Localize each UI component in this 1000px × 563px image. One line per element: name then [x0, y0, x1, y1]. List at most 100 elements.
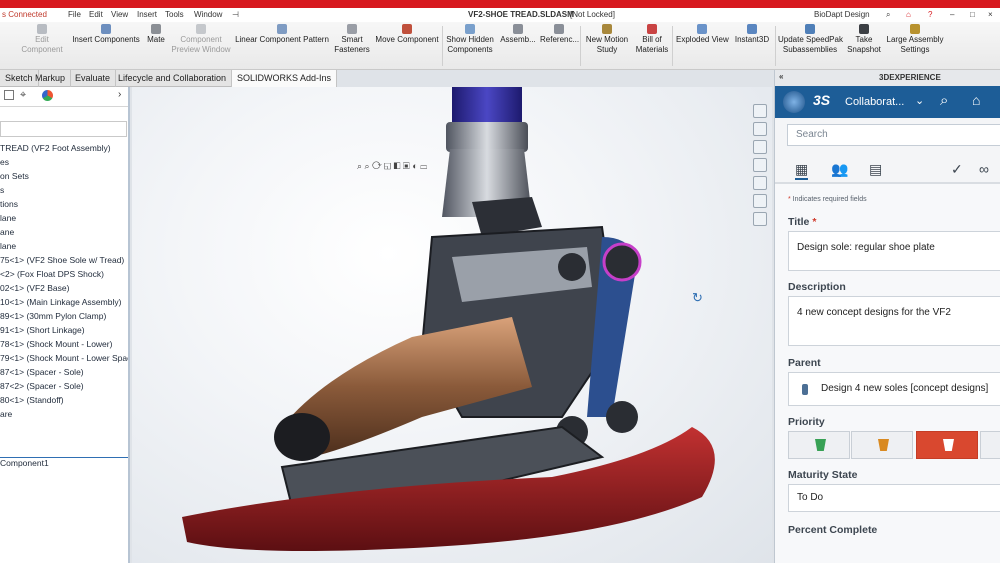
people-icon[interactable]: 👥: [831, 161, 848, 178]
mate-icon: [151, 24, 161, 34]
take-snapshot-button[interactable]: Take Snapshot: [846, 24, 882, 55]
tab-lifecycle-collaboration[interactable]: Lifecycle and Collaboration: [113, 70, 233, 87]
help-icon[interactable]: ?: [928, 10, 932, 19]
tree-item[interactable]: 91<1> (Short Linkage): [0, 325, 85, 335]
collaborative-tasks-header: 3S Collaborat... ⌄ ⌕ ⌂: [775, 86, 1000, 118]
3dexperience-tab-icon[interactable]: [753, 104, 767, 118]
appearance-icon[interactable]: [42, 90, 53, 101]
task-icon: [802, 384, 808, 395]
reference-geometry-button[interactable]: Referenc...: [540, 24, 579, 45]
design-library-icon[interactable]: [753, 122, 767, 136]
maximize-icon[interactable]: □: [970, 10, 975, 19]
parent-field[interactable]: Design 4 new soles [concept designs]: [788, 372, 1000, 406]
show-hidden-components-button[interactable]: Show Hidden Components: [445, 24, 495, 55]
close-icon[interactable]: ×: [988, 10, 993, 19]
menu-tools[interactable]: Tools: [165, 10, 184, 19]
comment-icon[interactable]: ▤: [869, 161, 882, 178]
show-hidden-icon: [465, 24, 475, 34]
assembly-features-button[interactable]: Assemb...: [500, 24, 536, 45]
graphics-viewport[interactable]: ↻ ⌕ ⌕ ⟳ ◱ ◧ ▣ ◐ ▭: [132, 87, 772, 563]
tree-item[interactable]: 78<1> (Shock Mount - Lower): [0, 339, 112, 349]
tree-item[interactable]: tions: [0, 199, 18, 209]
exploded-view-button[interactable]: Exploded View: [676, 24, 729, 45]
view-palette-icon[interactable]: [753, 158, 767, 172]
move-component-button[interactable]: Move Component: [374, 24, 440, 45]
tree-item[interactable]: 87<2> (Spacer - Sole): [0, 381, 84, 391]
tree-item[interactable]: lane: [0, 213, 16, 223]
linear-component-pattern-button[interactable]: Linear Component Pattern: [234, 24, 330, 45]
menu-window[interactable]: Window: [194, 10, 222, 19]
instant3d-button[interactable]: Instant3D: [732, 24, 772, 45]
tree-item[interactable]: <2> (Fox Float DPS Shock): [0, 269, 104, 279]
speedpak-icon: [805, 24, 815, 34]
calendar-icon[interactable]: ▦: [795, 161, 809, 180]
app-name[interactable]: Collaborat...: [845, 96, 904, 108]
search-icon[interactable]: ⌕: [940, 92, 948, 109]
description-field[interactable]: 4 new concept designs for the VF2: [788, 296, 1000, 346]
title-field[interactable]: Design sole: regular shoe plate: [788, 231, 1000, 271]
home-icon[interactable]: ⌂: [906, 10, 911, 19]
priority-low-button[interactable]: [788, 431, 850, 459]
heads-up-view-toolbar[interactable]: ⌕ ⌕ ⟳ ◱ ◧ ▣ ◐ ▭: [357, 161, 427, 173]
property-manager-icon[interactable]: [4, 90, 14, 100]
tag-icon[interactable]: ⌂: [972, 92, 980, 108]
tree-item[interactable]: 87<1> (Spacer - Sole): [0, 367, 84, 377]
tab-markup[interactable]: Markup: [30, 70, 72, 87]
tree-item[interactable]: are: [0, 409, 12, 419]
priority-high-button[interactable]: [916, 431, 978, 459]
tab-solidworks-addins[interactable]: SOLIDWORKS Add-Ins: [232, 70, 338, 87]
pin-icon[interactable]: ⊣: [232, 10, 239, 19]
priority-urgent-button[interactable]: [980, 431, 1000, 459]
crosshair-icon[interactable]: ⌖: [20, 89, 26, 102]
menu-file[interactable]: File: [68, 10, 81, 19]
insert-components-button[interactable]: Insert Components: [70, 24, 142, 45]
lower-pivot-bolt: [606, 401, 638, 433]
file-explorer-icon[interactable]: [753, 140, 767, 154]
edit-component-button[interactable]: Edit Component: [18, 24, 66, 55]
compass-icon[interactable]: [783, 91, 805, 113]
chevron-right-icon[interactable]: ›: [118, 89, 121, 100]
tree-item[interactable]: 89<1> (30mm Pylon Clamp): [0, 311, 106, 321]
search-icon[interactable]: ⌕: [886, 10, 890, 20]
tree-item[interactable]: 02<1> (VF2 Base): [0, 283, 69, 293]
new-motion-study-button[interactable]: New Motion Study: [584, 24, 630, 55]
smart-fasteners-button[interactable]: Smart Fasteners: [334, 24, 370, 55]
panel-search-input[interactable]: Search: [787, 124, 1000, 146]
menu-insert[interactable]: Insert: [137, 10, 157, 19]
collapse-panel-icon[interactable]: «: [779, 72, 783, 81]
tree-item[interactable]: 79<1> (Shock Mount - Lower Spac: [0, 353, 128, 363]
tree-item[interactable]: s: [0, 185, 4, 195]
update-speedpak-button[interactable]: Update SpeedPak Subassemblies: [778, 24, 843, 55]
command-manager-ribbon: Edit Component Insert Components Mate Co…: [0, 22, 1000, 70]
tree-item[interactable]: TREAD (VF2 Foot Assembly): [0, 143, 111, 153]
edit-component-icon: [37, 24, 47, 34]
tree-item[interactable]: es: [0, 157, 9, 167]
tree-filter-input[interactable]: [0, 121, 127, 137]
tree-item[interactable]: 75<1> (VF2 Shoe Sole w/ Tread): [0, 255, 124, 265]
tree-item[interactable]: 80<1> (Standoff): [0, 395, 64, 405]
priority-low-icon: [815, 439, 826, 451]
component-preview-window-button[interactable]: Component Preview Window: [170, 24, 232, 55]
tree-item[interactable]: ane: [0, 227, 14, 237]
menu-edit[interactable]: Edit: [89, 10, 103, 19]
checkmark-icon[interactable]: ✓: [951, 161, 963, 178]
ribbon-divider: [775, 26, 776, 66]
minimize-icon[interactable]: –: [950, 10, 954, 19]
maturity-state-select[interactable]: To Do: [788, 484, 1000, 512]
link-icon[interactable]: ∞: [979, 161, 989, 177]
menu-view[interactable]: View: [111, 10, 128, 19]
solidworks-forum-icon[interactable]: [753, 212, 767, 226]
tab-evaluate[interactable]: Evaluate: [70, 70, 117, 87]
user-name[interactable]: BioDapt Design: [814, 10, 870, 19]
bill-of-materials-button[interactable]: Bill of Materials: [634, 24, 670, 55]
chevron-down-icon[interactable]: ⌄: [915, 94, 924, 107]
appearances-icon[interactable]: [753, 176, 767, 190]
priority-medium-button[interactable]: [851, 431, 913, 459]
mate-button[interactable]: Mate: [143, 24, 169, 45]
tree-item[interactable]: lane: [0, 241, 16, 251]
tree-bottom-item[interactable]: Component1: [0, 457, 128, 471]
tree-item[interactable]: on Sets: [0, 171, 29, 181]
tree-item[interactable]: 10<1> (Main Linkage Assembly): [0, 297, 121, 307]
large-assembly-settings-button[interactable]: Large Assembly Settings: [886, 24, 944, 55]
custom-properties-icon[interactable]: [753, 194, 767, 208]
